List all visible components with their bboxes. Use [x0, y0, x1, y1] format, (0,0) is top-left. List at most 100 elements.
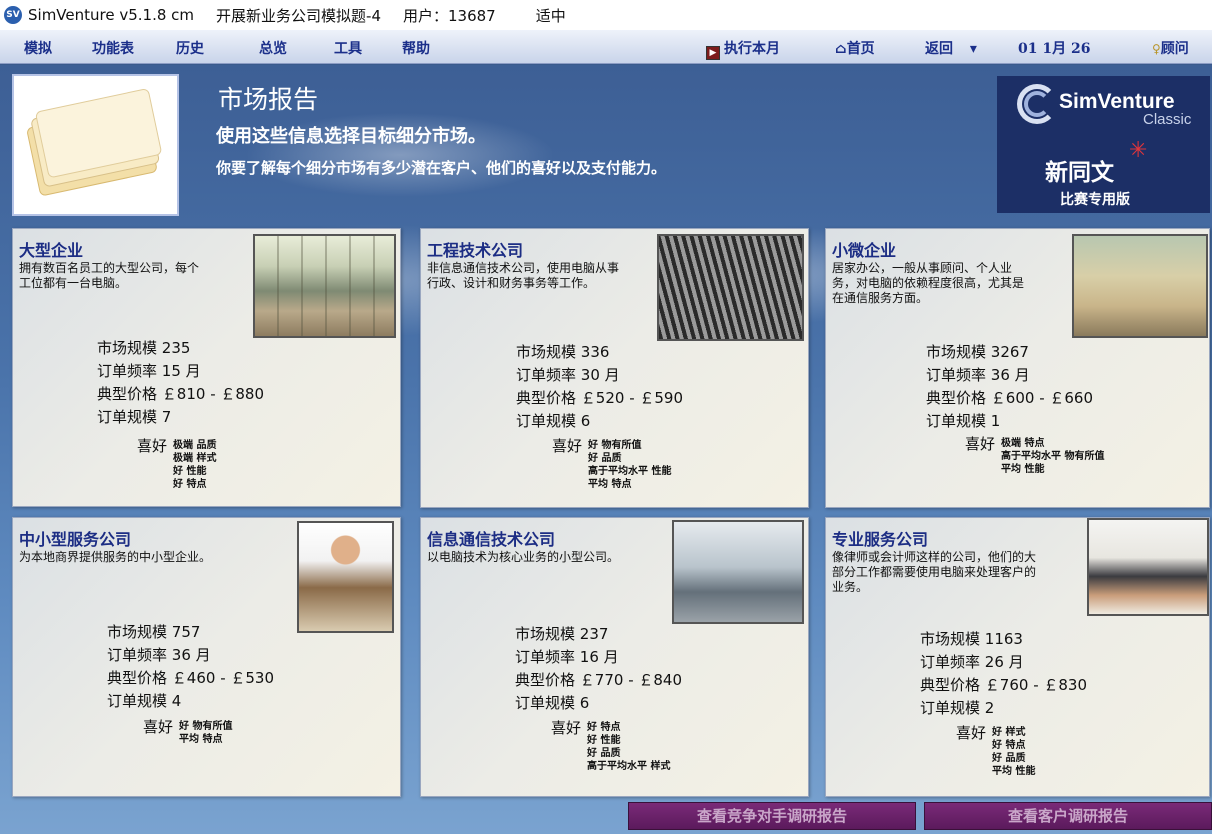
order-size-value: 4 — [171, 692, 182, 710]
preferences: 喜好 好 特点 好 性能 好 品质 高于平均水平 样式 — [551, 719, 671, 772]
segment-description: 以电脑技术为核心业务的小型公司。 — [427, 550, 620, 564]
lightbulb-icon: ♀ — [1152, 42, 1161, 56]
back-button[interactable]: 返回 ▾ — [925, 38, 977, 58]
preference-item: 好 性能 — [587, 735, 621, 746]
preference-item: 好 品质 — [588, 453, 622, 464]
menu-history[interactable]: 历史 — [176, 38, 204, 58]
market-size-row: 市场规模 237 — [515, 625, 609, 643]
run-month-label: 执行本月 — [724, 41, 780, 57]
price-row: 典型价格 ￡810 - ￡880 — [97, 385, 265, 403]
service-man-photo — [297, 521, 394, 633]
price-row: 典型价格 ￡760 - ￡830 — [920, 676, 1088, 694]
gear-photo — [657, 234, 804, 341]
price-row: 典型价格 ￡460 - ￡530 — [107, 669, 275, 687]
preference-item: 高于平均水平 样式 — [587, 761, 671, 772]
preference-item: 极端 特点 — [1001, 438, 1045, 449]
preference-item: 好 性能 — [173, 466, 207, 477]
order-freq-row: 订单频率 26 月 — [920, 653, 1024, 671]
order-freq-value: 26 月 — [984, 653, 1024, 671]
market-size-row: 市场规模 757 — [107, 623, 201, 641]
order-size-value: 7 — [161, 408, 172, 426]
menu-bar: 模拟 功能表 历史 总览 工具 帮助 ▶ 执行本月 ⌂首页 返回 ▾ 01 1月 … — [0, 30, 1212, 64]
menu-function-table[interactable]: 功能表 — [92, 38, 134, 58]
order-freq-row: 订单频率 36 月 — [926, 366, 1030, 384]
segment-name: 信息通信技术公司 — [427, 530, 556, 549]
current-date: 01 1月 26 — [1018, 41, 1091, 57]
preference-item: 好 特点 — [992, 740, 1026, 751]
segment-name: 大型企业 — [19, 241, 84, 260]
order-freq-value: 30 月 — [580, 366, 620, 384]
preference-item: 平均 性能 — [992, 766, 1036, 777]
order-size-row: 订单规模 2 — [920, 699, 995, 717]
page-description: 你要了解每个细分市场有多少潜在客户、他们的喜好以及支付能力。 — [216, 159, 667, 177]
order-freq-row: 订单频率 16 月 — [515, 648, 619, 666]
menu-tools[interactable]: 工具 — [334, 38, 362, 58]
preferences: 喜好 极端 特点 高于平均水平 物有所值 平均 性能 — [965, 435, 1105, 475]
advisor-button[interactable]: ♀顾问 — [1152, 38, 1189, 58]
back-label: 返回 — [925, 41, 953, 57]
segment-card-engineering: 工程技术公司 非信息通信技术公司，使用电脑从事 行政、设计和财务事务等工作。 市场… — [420, 228, 809, 508]
office-photo — [253, 234, 396, 338]
report-papers-image — [12, 74, 179, 216]
market-size-value: 235 — [161, 339, 191, 357]
order-size-value: 1 — [990, 412, 1001, 430]
menu-overview[interactable]: 总览 — [259, 38, 287, 58]
price-value: ￡520 - ￡590 — [580, 389, 684, 407]
preference-item: 平均 特点 — [588, 479, 632, 490]
preference-item: 好 品质 — [587, 748, 621, 759]
order-freq-row: 订单频率 36 月 — [107, 646, 211, 664]
chevron-down-icon[interactable]: ▾ — [970, 41, 977, 57]
scenario-name: 开展新业务公司模拟题-4 — [216, 6, 381, 25]
segment-name: 小微企业 — [832, 241, 897, 260]
app-icon: SV — [4, 6, 22, 24]
order-freq-value: 15 月 — [161, 362, 201, 380]
competitor-report-button[interactable]: 查看竞争对手调研报告 — [628, 802, 916, 830]
market-size-value: 336 — [580, 343, 610, 361]
segment-description: 像律师或会计师这样的公司，他们的大 部分工作都需要使用电脑来处理客户的 业务。 — [832, 550, 1037, 594]
preference-item: 平均 性能 — [1001, 464, 1045, 475]
preference-item: 极端 品质 — [173, 440, 217, 451]
advisor-label: 顾问 — [1160, 41, 1189, 57]
price-row: 典型价格 ￡770 - ￡840 — [515, 671, 683, 689]
preference-item: 高于平均水平 物有所值 — [1001, 451, 1105, 462]
menu-simulate[interactable]: 模拟 — [24, 38, 52, 58]
preferences: 喜好 极端 品质 极端 样式 好 性能 好 特点 — [137, 437, 217, 490]
market-size-value: 1163 — [984, 630, 1023, 648]
title-bar: SV SimVenture v5.1.8 cm 开展新业务公司模拟题-4 用户：… — [0, 0, 1212, 30]
order-size-row: 订单规模 6 — [516, 412, 591, 430]
preference-item: 平均 特点 — [179, 734, 223, 745]
segment-card-micro-business: 小微企业 居家办公，一般从事顾问、个人业 务，对电脑的依赖程度很高，尤其是 在通信服… — [825, 228, 1210, 508]
run-month-button[interactable]: ▶ 执行本月 — [706, 38, 780, 60]
segment-card-large-enterprise: 大型企业 拥有数百名员工的大型公司，每个 工位都有一台电脑。 市场规模 235 订… — [12, 228, 401, 507]
segment-name: 工程技术公司 — [427, 241, 524, 260]
market-size-value: 237 — [579, 625, 609, 643]
run-month-icon: ▶ — [706, 46, 720, 60]
home-label: 首页 — [846, 41, 875, 57]
preference-item: 好 特点 — [587, 722, 621, 733]
home-office-photo — [1072, 234, 1208, 338]
preferences: 喜好 好 物有所值 平均 特点 — [143, 718, 233, 745]
edition-label: 比赛专用版 — [1060, 192, 1130, 208]
preference-item: 好 样式 — [992, 727, 1026, 738]
window-size[interactable]: 适中 — [536, 5, 566, 26]
market-size-row: 市场规模 1163 — [920, 630, 1023, 648]
it-desk-photo — [672, 520, 804, 624]
order-freq-value: 36 月 — [990, 366, 1030, 384]
user-id: 用户：13687 — [403, 6, 496, 25]
segment-description: 居家办公，一般从事顾问、个人业 务，对电脑的依赖程度很高，尤其是 在通信服务方面。 — [832, 261, 1025, 305]
preference-item: 好 特点 — [173, 479, 207, 490]
market-size-row: 市场规模 3267 — [926, 343, 1029, 361]
order-size-row: 订单规模 4 — [107, 692, 182, 710]
segment-description: 拥有数百名员工的大型公司，每个 工位都有一台电脑。 — [19, 261, 200, 290]
order-freq-value: 16 月 — [579, 648, 619, 666]
customer-report-button[interactable]: 查看客户调研报告 — [924, 802, 1212, 830]
simventure-logo: SimVenture Classic 新同文 ✳ 比赛专用版 — [997, 76, 1210, 213]
home-button[interactable]: ⌂首页 — [835, 38, 875, 58]
page-subtitle: 使用这些信息选择目标细分市场。 — [216, 126, 486, 147]
price-value: ￡760 - ￡830 — [984, 676, 1088, 694]
preference-item: 好 物有所值 — [588, 440, 642, 451]
order-freq-row: 订单频率 15 月 — [97, 362, 201, 380]
home-icon: ⌂ — [835, 41, 847, 57]
menu-help[interactable]: 帮助 — [402, 38, 430, 58]
partner-name: 新同文 — [1045, 160, 1114, 186]
